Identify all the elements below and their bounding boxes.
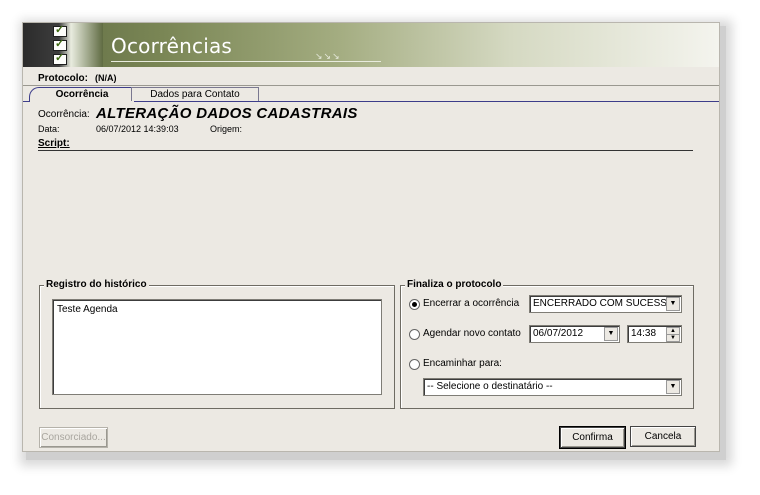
checkbox-icon bbox=[53, 51, 67, 65]
schedule-date-picker[interactable]: 06/07/2012 ▼ bbox=[529, 325, 620, 343]
origin-label: Origem: bbox=[210, 124, 243, 134]
ocorrencias-dialog: Ocorrências ↘↘↘ Protocolo: (N/A) Ocorrên… bbox=[22, 22, 720, 452]
protocol-value: (N/A) bbox=[95, 73, 117, 83]
recipient-select[interactable]: -- Selecione o destinatário -- ▼ bbox=[423, 378, 682, 396]
history-textarea[interactable]: Teste Agenda bbox=[52, 299, 382, 395]
schedule-time-value: 14:38 bbox=[631, 328, 657, 339]
status-select-value: ENCERRADO COM SUCESSO bbox=[533, 298, 675, 309]
radio-encaminhar-label[interactable]: Encaminhar para: bbox=[423, 358, 502, 369]
history-group: Registro do histórico Teste Agenda bbox=[39, 279, 395, 409]
status-select[interactable]: ENCERRADO COM SUCESSO ▼ bbox=[529, 295, 682, 313]
radio-encaminhar[interactable] bbox=[409, 359, 420, 370]
tab-dados-para-contato[interactable]: Dados para Contato bbox=[131, 87, 259, 101]
occurrence-label: Ocorrência: bbox=[38, 109, 90, 120]
finalize-group-title: Finaliza o protocolo bbox=[405, 279, 504, 290]
history-text: Teste Agenda bbox=[57, 304, 118, 315]
radio-agendar[interactable] bbox=[409, 329, 420, 340]
title-underline bbox=[111, 61, 381, 62]
checkbox-icon bbox=[53, 37, 67, 51]
date-value: 06/07/2012 14:39:03 bbox=[96, 124, 179, 134]
history-group-title: Registro do histórico bbox=[44, 279, 149, 290]
chevron-down-icon[interactable]: ▼ bbox=[666, 380, 680, 394]
confirma-button[interactable]: Confirma bbox=[559, 426, 626, 449]
script-divider bbox=[38, 150, 693, 151]
chevron-down-icon[interactable]: ▼ bbox=[604, 327, 618, 341]
finalize-group: Finaliza o protocolo Encerrar a ocorrênc… bbox=[400, 279, 694, 409]
radio-agendar-label[interactable]: Agendar novo contato bbox=[423, 328, 521, 339]
occurrence-value: ALTERAÇÃO DADOS CADASTRAIS bbox=[96, 105, 358, 122]
tab-bar: Ocorrência Dados para Contato bbox=[23, 87, 719, 102]
checklist-icon bbox=[23, 23, 103, 67]
schedule-time-spinner[interactable]: 14:38 ▲ ▼ bbox=[627, 325, 682, 343]
radio-encerrar[interactable] bbox=[409, 299, 420, 310]
checkbox-icon bbox=[53, 23, 67, 37]
tab-ocorrencia[interactable]: Ocorrência bbox=[29, 87, 135, 102]
consorciado-button[interactable]: Consorciado... bbox=[39, 427, 108, 448]
protocol-label: Protocolo: bbox=[38, 73, 88, 84]
title-banner: Ocorrências ↘↘↘ bbox=[23, 23, 719, 67]
script-label: Script: bbox=[38, 138, 70, 149]
date-label: Data: bbox=[38, 124, 60, 134]
spin-down-icon[interactable]: ▼ bbox=[666, 334, 680, 342]
protocol-row: Protocolo: (N/A) bbox=[23, 69, 719, 86]
schedule-date-value: 06/07/2012 bbox=[533, 328, 584, 339]
window-title: Ocorrências bbox=[111, 34, 233, 58]
chevron-down-icon[interactable]: ▼ bbox=[666, 297, 680, 311]
radio-encerrar-label[interactable]: Encerrar a ocorrência bbox=[423, 298, 519, 309]
recipient-select-value: -- Selecione o destinatário -- bbox=[427, 381, 553, 392]
cancela-button[interactable]: Cancela bbox=[630, 426, 696, 447]
